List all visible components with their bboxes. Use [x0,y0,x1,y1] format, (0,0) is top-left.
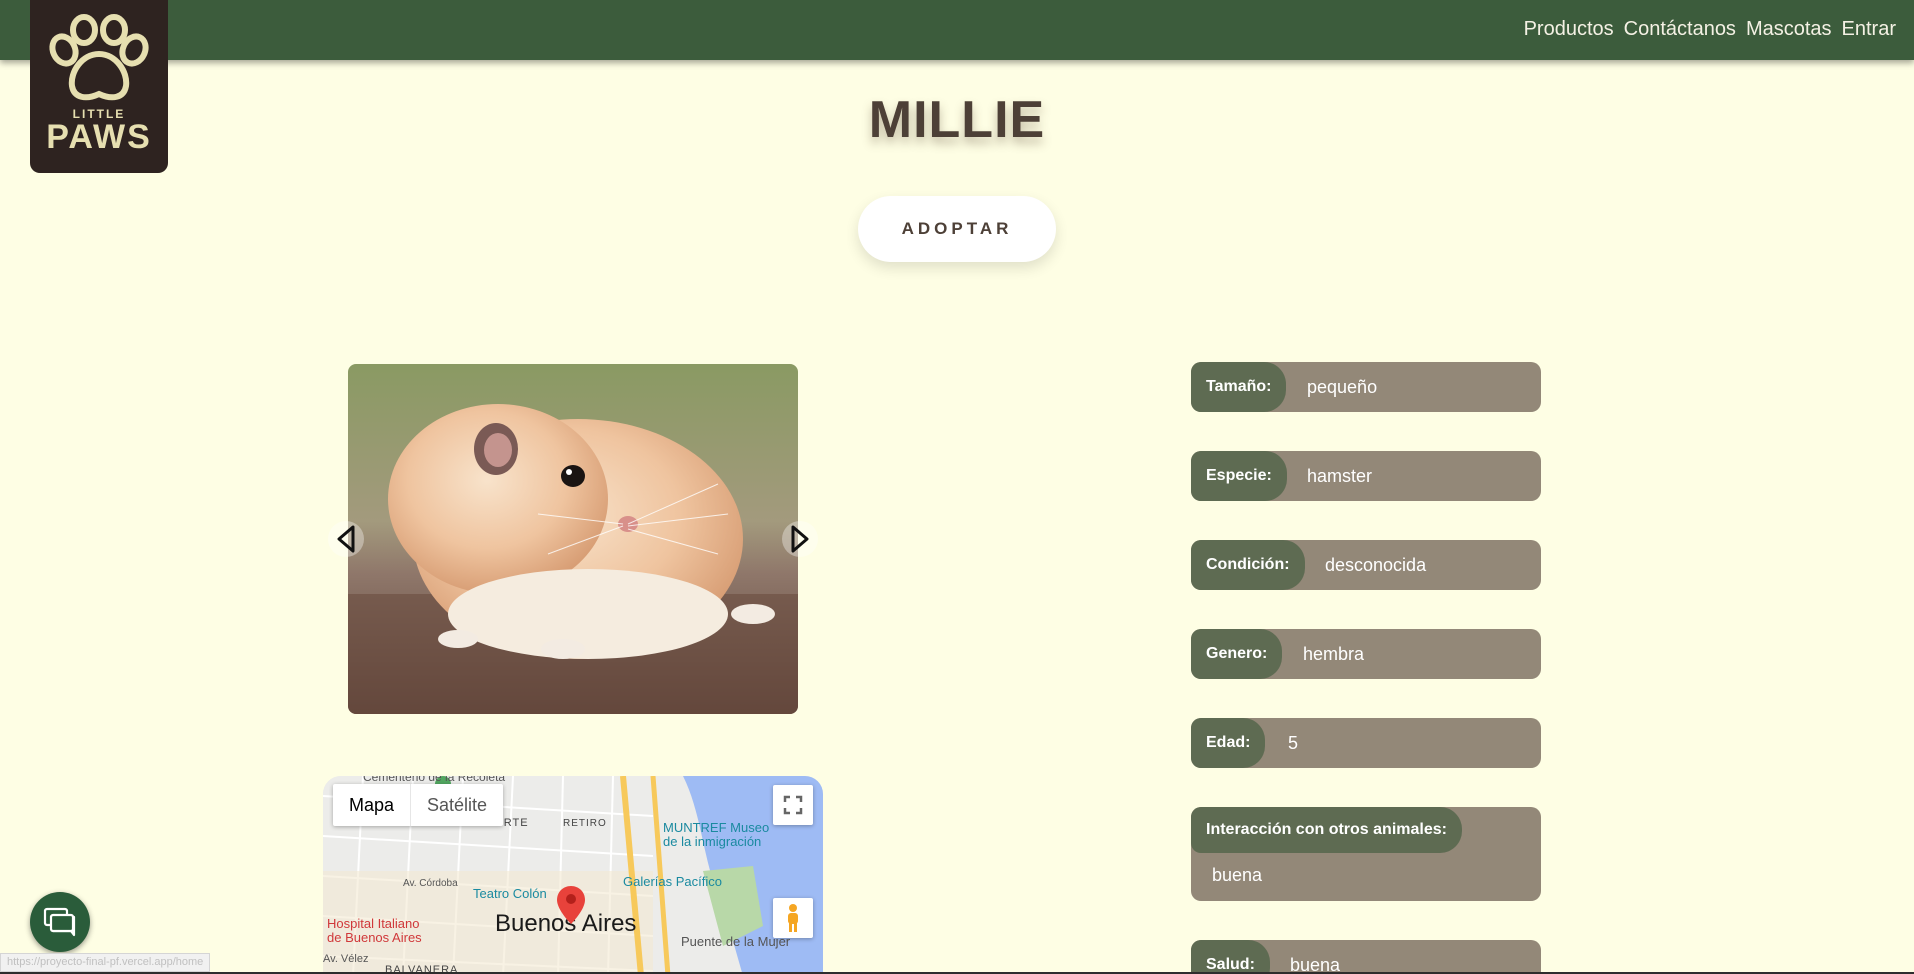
chevron-right-icon [791,525,809,553]
info-row-especie: Especie: hamster [1191,451,1541,501]
info-row-condicion: Condición: desconocida [1191,540,1541,590]
info-label-genero: Genero: [1191,629,1283,679]
map-label-velez: Av. Vélez [323,953,369,965]
map-type-tabs: Mapa Satélite [333,784,504,826]
info-label-tamano: Tamaño: [1191,362,1287,412]
map-tab-satelite[interactable]: Satélite [411,784,503,826]
nav-link-contactanos[interactable]: Contáctanos [1624,18,1736,41]
info-label-condicion: Condición: [1191,540,1305,590]
adopt-button[interactable]: ADOPTAR [858,196,1056,262]
map-label-muntref-1: MUNTREF Museo [663,820,770,835]
logo[interactable]: LITTLE PAWS [30,0,168,173]
nav-link-productos[interactable]: Productos [1524,18,1614,41]
map-label-hospital-2: de Buenos Aires [327,930,422,945]
map-pin-icon [557,886,585,924]
hamster-image [348,364,798,714]
info-row-genero: Genero: hembra [1191,629,1541,679]
status-bar-url: https://proyecto-final-pf.vercel.app/hom… [0,953,211,972]
nav-link-entrar[interactable]: Entrar [1842,18,1896,41]
carousel-prev-button[interactable] [328,521,364,557]
map-label-avenue: Av. Córdoba [403,878,458,889]
info-row-tamano: Tamaño: pequeño [1191,362,1541,412]
map-label-hospital-1: Hospital Italiano [327,916,420,931]
info-value-especie: hamster [1307,466,1373,486]
info-value-genero: hembra [1303,644,1365,664]
logo-text-paws: PAWS [46,118,152,156]
info-value-salud: buena [1290,955,1341,974]
fullscreen-icon [783,795,803,815]
map-label-recoleta: Cementerio de la Recoleta [363,776,506,784]
info-label-interaccion: Interacción con otros animales: [1191,807,1462,853]
info-value-edad: 5 [1288,733,1299,753]
info-row-edad: Edad: 5 [1191,718,1541,768]
info-row-salud: Salud: buena [1191,940,1541,974]
info-value-condicion: desconocida [1325,555,1427,575]
pet-name-title: MILLIE [868,91,1046,149]
location-map[interactable]: Cementerio de la Recoleta BARRIO NORTE R… [323,776,823,974]
info-label-especie: Especie: [1191,451,1287,501]
map-label-teatro: Teatro Colón [473,886,547,901]
map-label-retiro: RETIRO [563,818,607,829]
info-label-salud: Salud: [1191,940,1270,974]
carousel-next-button[interactable] [782,521,818,557]
navbar: Productos Contáctanos Mascotas Entrar [0,0,1914,60]
pet-photo-carousel [328,364,818,714]
map-tab-mapa[interactable]: Mapa [333,784,412,826]
chat-button[interactable] [30,892,90,952]
chat-icon [43,907,76,937]
pet-photo [348,364,798,714]
map-fullscreen-button[interactable] [773,785,813,825]
nav-links: Productos Contáctanos Mascotas Entrar [1524,18,1896,41]
pegman-icon [788,904,798,932]
paw-icon [49,14,149,101]
chevron-left-icon [337,525,355,553]
info-row-interaccion: Interacción con otros animales: buena [1191,807,1541,901]
info-value-interaccion: buena [1212,865,1263,885]
map-street-view-button[interactable] [773,898,813,938]
nav-link-mascotas[interactable]: Mascotas [1746,18,1832,41]
info-label-edad: Edad: [1191,718,1266,768]
map-label-muntref-2: de la inmigración [663,834,762,849]
map-label-galerias: Galerías Pacífico [623,874,722,889]
info-value-tamano: pequeño [1307,377,1378,397]
